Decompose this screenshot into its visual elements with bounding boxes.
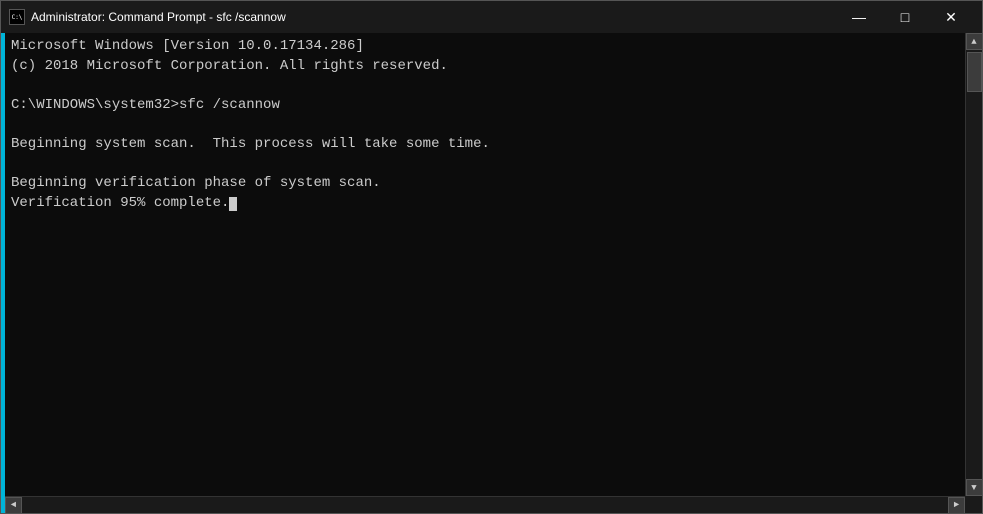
maximize-button[interactable]: □ (882, 1, 928, 33)
terminal-line: Microsoft Windows [Version 10.0.17134.28… (11, 37, 959, 57)
horizontal-scrollbar[interactable]: ◄ ► (5, 496, 965, 513)
cursor (229, 197, 237, 211)
scroll-down-button[interactable]: ▼ (966, 479, 983, 496)
close-button[interactable]: ✕ (928, 1, 974, 33)
vertical-scrollbar[interactable]: ▲ ▼ (965, 33, 982, 496)
scroll-up-button[interactable]: ▲ (966, 33, 983, 50)
terminal-line-empty (11, 76, 959, 96)
scroll-left-button[interactable]: ◄ (5, 497, 22, 514)
content-area: Microsoft Windows [Version 10.0.17134.28… (1, 33, 982, 496)
scroll-thumb[interactable] (967, 52, 982, 92)
title-bar-controls: — □ ✕ (836, 1, 974, 33)
terminal-line: Beginning system scan. This process will… (11, 135, 959, 155)
bottom-area: ◄ ► (1, 496, 982, 513)
title-bar-left: Administrator: Command Prompt - sfc /sca… (9, 9, 286, 25)
command-prompt-window: Administrator: Command Prompt - sfc /sca… (0, 0, 983, 514)
terminal-line: Beginning verification phase of system s… (11, 174, 959, 194)
terminal-line-empty (11, 155, 959, 175)
terminal-line: C:\WINDOWS\system32>sfc /scannow (11, 96, 959, 116)
terminal-output[interactable]: Microsoft Windows [Version 10.0.17134.28… (5, 33, 965, 496)
scroll-right-button[interactable]: ► (948, 497, 965, 514)
h-scroll-track[interactable] (22, 497, 948, 513)
scroll-track[interactable] (966, 50, 982, 479)
terminal-line: (c) 2018 Microsoft Corporation. All righ… (11, 57, 959, 77)
terminal-line-empty (11, 115, 959, 135)
window-title: Administrator: Command Prompt - sfc /sca… (31, 10, 286, 24)
scrollbar-corner (965, 496, 982, 513)
terminal-line-cursor: Verification 95% complete. (11, 194, 959, 214)
cmd-icon (9, 9, 25, 25)
minimize-button[interactable]: — (836, 1, 882, 33)
title-bar: Administrator: Command Prompt - sfc /sca… (1, 1, 982, 33)
